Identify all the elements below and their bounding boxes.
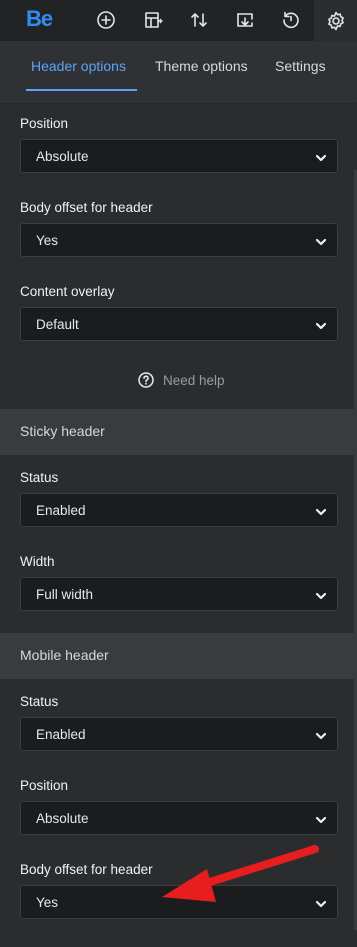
sticky-status-label: Status: [20, 470, 59, 485]
sticky-status-select[interactable]: Enabled: [20, 493, 338, 527]
chevron-down-icon: [315, 151, 327, 163]
tab-settings[interactable]: Settings: [275, 58, 326, 74]
mobile-body-offset-select[interactable]: Yes: [20, 885, 338, 919]
chevron-down-icon: [315, 235, 327, 247]
mobile-status-value: Enabled: [36, 727, 86, 742]
section-title: Mobile header: [20, 647, 109, 663]
gear-icon[interactable]: [314, 0, 357, 41]
section-title: Sticky header: [20, 423, 105, 439]
question-icon: [138, 372, 154, 388]
mobile-header-section[interactable]: Mobile header: [0, 633, 354, 679]
chevron-down-icon: [315, 813, 327, 825]
mobile-status-select[interactable]: Enabled: [20, 717, 338, 751]
export-icon[interactable]: [229, 4, 261, 36]
mobile-status-label: Status: [20, 694, 59, 709]
mobile-position-value: Absolute: [36, 811, 89, 826]
position-select[interactable]: Absolute: [20, 139, 338, 173]
need-help-link[interactable]: Need help: [138, 372, 225, 388]
top-toolbar: Be: [0, 0, 357, 41]
chevron-down-icon: [315, 897, 327, 909]
content-overlay-label: Content overlay: [20, 284, 115, 299]
history-icon[interactable]: [275, 4, 307, 36]
position-value: Absolute: [36, 149, 89, 164]
need-help-label: Need help: [163, 372, 225, 388]
body-offset-label: Body offset for header: [20, 200, 153, 215]
chevron-down-icon: [315, 589, 327, 601]
chevron-down-icon: [315, 729, 327, 741]
sticky-width-value: Full width: [36, 587, 94, 602]
sticky-header-section[interactable]: Sticky header: [0, 409, 354, 455]
body-offset-value: Yes: [36, 233, 59, 248]
mobile-position-select[interactable]: Absolute: [20, 801, 338, 835]
content-overlay-select[interactable]: Default: [20, 307, 338, 341]
sticky-status-value: Enabled: [36, 503, 86, 518]
logo[interactable]: Be: [26, 6, 53, 32]
mobile-body-offset-value: Yes: [36, 895, 59, 910]
sort-icon[interactable]: [183, 4, 215, 36]
add-icon[interactable]: [90, 4, 122, 36]
tab-bar: Header options Theme options Settings: [0, 41, 357, 104]
chevron-down-icon: [315, 319, 327, 331]
chevron-down-icon: [315, 505, 327, 517]
active-tab-indicator: [26, 89, 137, 91]
sticky-width-select[interactable]: Full width: [20, 577, 338, 611]
tab-theme-options[interactable]: Theme options: [155, 58, 248, 74]
position-label: Position: [20, 116, 69, 131]
mobile-position-label: Position: [20, 778, 69, 793]
tab-header-options[interactable]: Header options: [31, 58, 126, 74]
content-overlay-value: Default: [36, 317, 79, 332]
sticky-width-label: Width: [20, 554, 55, 569]
layout-add-icon[interactable]: [137, 4, 169, 36]
mobile-body-offset-label: Body offset for header: [20, 862, 153, 877]
body-offset-select[interactable]: Yes: [20, 223, 338, 257]
